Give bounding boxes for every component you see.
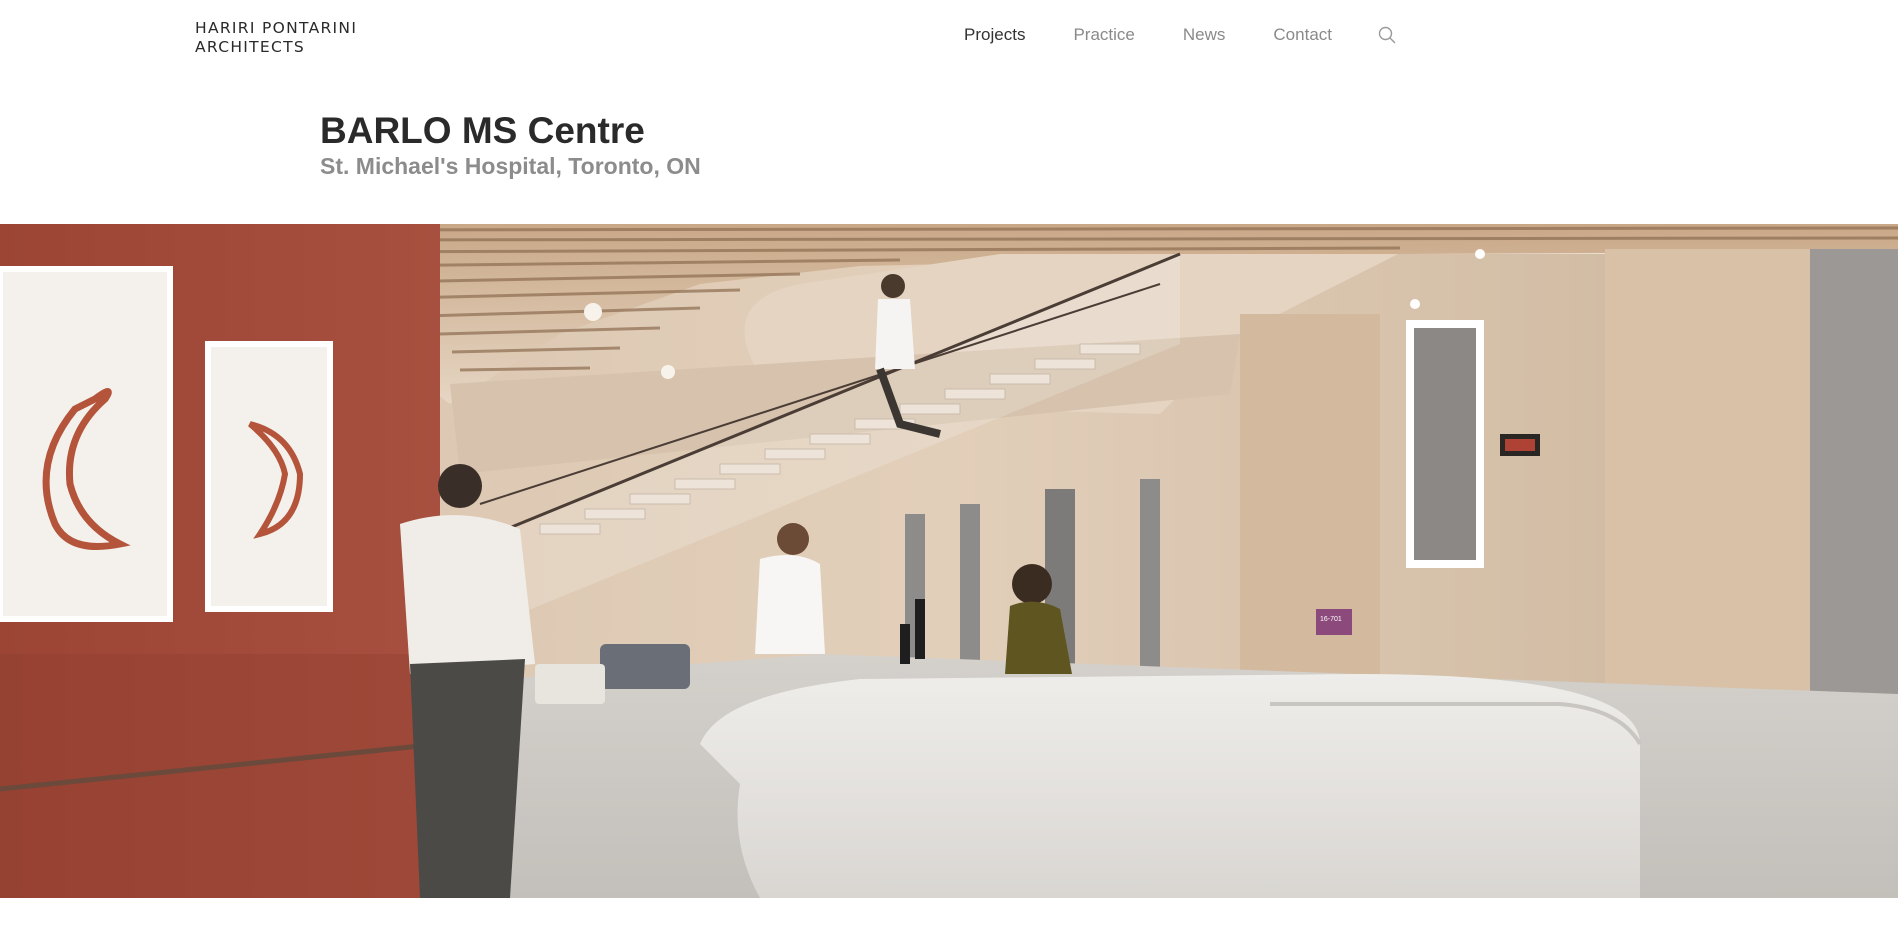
brand-logo[interactable]: HARIRI PONTARINI ARCHITECTS [195, 19, 357, 57]
nav-item-practice[interactable]: Practice [1073, 25, 1134, 45]
reception-desk [700, 674, 1640, 898]
project-heading: BARLO MS Centre St. Michael's Hospital, … [320, 110, 701, 180]
nav-item-projects[interactable]: Projects [964, 25, 1025, 45]
brand-line-1: HARIRI PONTARINI [195, 19, 358, 37]
room-sign-text: 16-701 [1320, 616, 1342, 623]
project-location: St. Michael's Hospital, Toronto, ON [320, 153, 701, 179]
nav-item-news[interactable]: News [1183, 25, 1226, 45]
hero-image: 16-701 [0, 224, 1898, 898]
brand-line-2: ARCHITECTS [195, 38, 306, 56]
main-nav: Projects Practice News Contact [916, 25, 1398, 45]
page-title: BARLO MS Centre [320, 110, 645, 151]
search-icon[interactable] [1378, 26, 1398, 46]
artwork-1 [0, 266, 173, 622]
hero-photo: 16-701 [0, 224, 1898, 898]
artwork-2 [205, 341, 333, 612]
nav-item-contact[interactable]: Contact [1273, 25, 1332, 45]
site-header: HARIRI PONTARINI ARCHITECTS Projects Pra… [0, 0, 1898, 75]
